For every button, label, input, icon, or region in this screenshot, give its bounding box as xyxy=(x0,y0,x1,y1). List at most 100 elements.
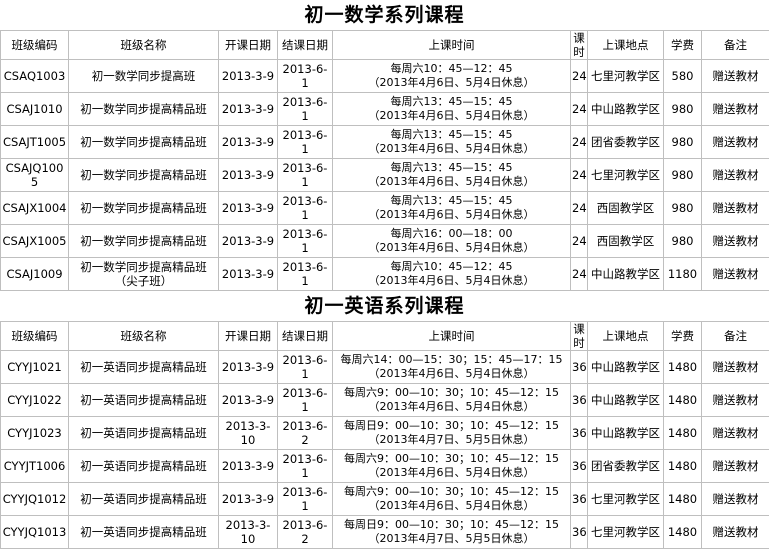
class-name-cell: 初一英语同步提高精品班 xyxy=(68,416,219,450)
class-code-cell: CSAJX1005 xyxy=(0,224,69,258)
end-date-cell: 2013-6-1 xyxy=(277,92,333,126)
table-header-row: 班级编码 班级名称 开课日期 结课日期 上课时间 课时 上课地点 学费 备注 xyxy=(0,30,769,60)
class-time-holiday-note: （2013年4月6日、5月4日休息） xyxy=(368,142,535,155)
location-cell: 西固教学区 xyxy=(587,224,664,258)
end-date-cell: 2013-6-1 xyxy=(277,125,333,159)
class-time-schedule: 每周六9：00—10：30；10：45—12：15 xyxy=(344,485,559,498)
class-code-cell: CYYJT1006 xyxy=(0,449,69,483)
start-date-cell: 2013-3-9 xyxy=(218,449,278,483)
class-hours-cell: 36 xyxy=(570,383,588,417)
class-hours-cell: 36 xyxy=(570,449,588,483)
table-row: CSAJT1005 初一数学同步提高精品班 2013-3-9 2013-6-1 每周六1… xyxy=(0,125,769,159)
start-date-cell: 2013-3-9 xyxy=(218,350,278,384)
class-code-cell: CYYJ1022 xyxy=(0,383,69,417)
class-hours-cell: 36 xyxy=(570,515,588,549)
tuition-cell: 1480 xyxy=(663,449,702,483)
class-time-schedule: 每周六16：00—18：00 xyxy=(390,227,513,240)
class-code-cell: CYYJ1021 xyxy=(0,350,69,384)
table-row: CSAJX1004 初一数学同步提高精品班 2013-3-9 2013-6-1 每周六1… xyxy=(0,191,769,225)
table-row: CYYJ1023 初一英语同步提高精品班 2013-3-10 2013-6-2 每周日9… xyxy=(0,416,769,450)
remark-cell: 赠送教材 xyxy=(701,515,769,549)
column-header: 班级名称 xyxy=(68,321,219,351)
column-header: 备注 xyxy=(701,30,769,60)
start-date-cell: 2013-3-9 xyxy=(218,224,278,258)
table-row: CYYJ1021 初一英语同步提高精品班 2013-3-9 2013-6-1 每周六14… xyxy=(0,350,769,384)
location-cell: 中山路教学区 xyxy=(587,92,664,126)
section-title: 初一英语系列课程 xyxy=(304,295,465,317)
class-time-cell: 每周六16：00—18：00 （2013年4月6日、5月4日休息） xyxy=(332,224,571,258)
class-hours-cell: 24 xyxy=(570,224,588,258)
column-header: 结课日期 xyxy=(277,321,333,351)
section-title: 初一数学系列课程 xyxy=(304,4,465,26)
class-time-schedule: 每周日9：00—10：30；10：45—12：15 xyxy=(344,518,559,531)
class-time-schedule: 每周六9：00—10：30；10：45—12：15 xyxy=(344,452,559,465)
remark-cell: 赠送教材 xyxy=(701,482,769,516)
class-code-cell: CSAJQ1005 xyxy=(0,158,69,192)
class-time-schedule: 每周六13：45—15：45 xyxy=(390,161,513,174)
class-hours-cell: 24 xyxy=(570,59,588,93)
class-hours-cell: 24 xyxy=(570,257,588,291)
tuition-cell: 980 xyxy=(663,125,702,159)
table-row: CSAQ1003 初一数学同步提高班 2013-3-9 2013-6-1 每周六10：4… xyxy=(0,59,769,93)
class-time-holiday-note: （2013年4月6日、5月4日休息） xyxy=(368,109,535,122)
column-header: 学费 xyxy=(663,321,702,351)
class-time-cell: 每周六9：00—10：30；10：45—12：15 （2013年4月6日、5月4日… xyxy=(332,449,571,483)
start-date-cell: 2013-3-10 xyxy=(218,515,278,549)
end-date-cell: 2013-6-1 xyxy=(277,383,333,417)
column-header: 备注 xyxy=(701,321,769,351)
course-schedule-page: 初一数学系列课程 班级编码 班级名称 开课日期 结课日期 上课时间 课时 上课地点 学费 备注 CS… xyxy=(0,0,769,560)
class-time-schedule: 每周六14：00—15：30；15：45—17：15 xyxy=(340,353,563,366)
class-time-holiday-note: （2013年4月6日、5月4日休息） xyxy=(368,400,535,413)
start-date-cell: 2013-3-9 xyxy=(218,257,278,291)
end-date-cell: 2013-6-1 xyxy=(277,350,333,384)
remark-cell: 赠送教材 xyxy=(701,449,769,483)
class-name-cell: 初一数学同步提高精品班 xyxy=(68,191,219,225)
class-name-cell: 初一英语同步提高精品班 xyxy=(68,449,219,483)
remark-cell: 赠送教材 xyxy=(701,350,769,384)
course-table: 班级编码 班级名称 开课日期 结课日期 上课时间 课时 上课地点 学费 备注 CYYJ1021 初一… xyxy=(0,321,769,549)
class-name-cell: 初一数学同步提高班 xyxy=(68,59,219,93)
class-hours-cell: 24 xyxy=(570,92,588,126)
location-cell: 中山路教学区 xyxy=(587,350,664,384)
remark-cell: 赠送教材 xyxy=(701,92,769,126)
column-header: 课时 xyxy=(570,30,588,60)
class-name-cell: 初一数学同步提高精品班（尖子班） xyxy=(68,257,219,291)
class-time-holiday-note: （2013年4月6日、5月4日休息） xyxy=(368,208,535,221)
class-time-holiday-note: （2013年4月6日、5月4日休息） xyxy=(368,367,535,380)
class-time-cell: 每周六14：00—15：30；15：45—17：15 （2013年4月6日、5月4… xyxy=(332,350,571,384)
class-time-holiday-note: （2013年4月6日、5月4日休息） xyxy=(368,274,535,287)
class-time-holiday-note: （2013年4月6日、5月4日休息） xyxy=(368,76,535,89)
start-date-cell: 2013-3-9 xyxy=(218,59,278,93)
tuition-cell: 980 xyxy=(663,191,702,225)
column-header: 上课地点 xyxy=(587,321,664,351)
tuition-cell: 980 xyxy=(663,92,702,126)
class-time-cell: 每周六9：00—10：30；10：45—12：15 （2013年4月6日、5月4日… xyxy=(332,482,571,516)
class-name-cell: 初一英语同步提高精品班 xyxy=(68,383,219,417)
class-code-cell: CYYJQ1013 xyxy=(0,515,69,549)
remark-cell: 赠送教材 xyxy=(701,59,769,93)
end-date-cell: 2013-6-1 xyxy=(277,59,333,93)
class-time-cell: 每周六9：00—10：30；10：45—12：15 （2013年4月6日、5月4日… xyxy=(332,383,571,417)
location-cell: 七里河教学区 xyxy=(587,59,664,93)
class-hours-cell: 36 xyxy=(570,416,588,450)
class-time-holiday-note: （2013年4月7日、5月5日休息） xyxy=(368,433,535,446)
table-row: CSAJ1009 初一数学同步提高精品班（尖子班） 2013-3-9 2013-6-1… xyxy=(0,257,769,291)
column-header: 开课日期 xyxy=(218,321,278,351)
table-header-row: 班级编码 班级名称 开课日期 结课日期 上课时间 课时 上课地点 学费 备注 xyxy=(0,321,769,351)
column-header: 开课日期 xyxy=(218,30,278,60)
start-date-cell: 2013-3-9 xyxy=(218,482,278,516)
class-time-cell: 每周六13：45—15：45 （2013年4月6日、5月4日休息） xyxy=(332,191,571,225)
location-cell: 七里河教学区 xyxy=(587,482,664,516)
column-header: 课时 xyxy=(570,321,588,351)
class-code-cell: CYYJ1023 xyxy=(0,416,69,450)
table-row: CSAJQ1005 初一数学同步提高精品班 2013-3-9 2013-6-1 每周六1… xyxy=(0,158,769,192)
class-time-schedule: 每周六9：00—10：30；10：45—12：15 xyxy=(344,386,559,399)
column-header: 班级编码 xyxy=(0,321,69,351)
class-time-schedule: 每周六13：45—15：45 xyxy=(390,128,513,141)
end-date-cell: 2013-6-1 xyxy=(277,449,333,483)
class-name-cell: 初一数学同步提高精品班 xyxy=(68,92,219,126)
remark-cell: 赠送教材 xyxy=(701,224,769,258)
end-date-cell: 2013-6-1 xyxy=(277,482,333,516)
start-date-cell: 2013-3-9 xyxy=(218,92,278,126)
tuition-cell: 1480 xyxy=(663,416,702,450)
